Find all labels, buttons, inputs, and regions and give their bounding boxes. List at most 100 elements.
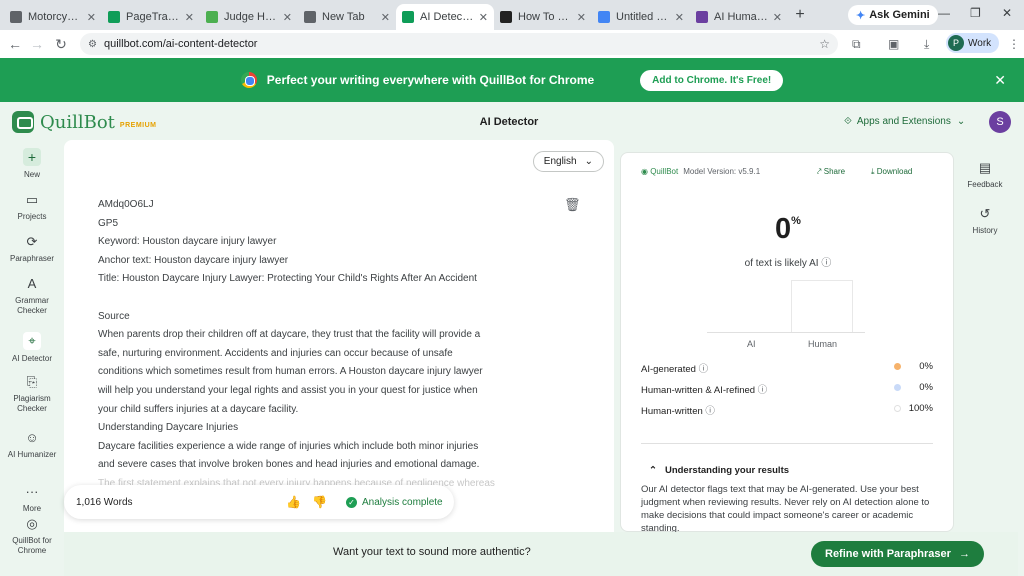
profile-avatar: P	[948, 35, 964, 51]
chevron-down-icon: ⌄	[956, 116, 966, 127]
understanding-text: Our AI detector flags text that may be A…	[641, 484, 930, 534]
url-field[interactable]: ⚙ quillbot.com/ai-content-detector ☆	[80, 33, 838, 55]
browser-tab[interactable]: Judge Hamme ✕	[200, 4, 298, 30]
avatar[interactable]: S	[989, 111, 1011, 133]
feedback-button[interactable]: ▤ Feedback	[960, 160, 1010, 189]
window-close-button[interactable]: ✕	[1002, 6, 1012, 20]
feedback-icon: ▤	[978, 160, 992, 175]
language-select[interactable]: English ⌄	[532, 151, 604, 172]
sidebar-item-label: Plagiarism Checker	[13, 394, 51, 413]
footer-question: Want your text to sound more authentic?	[333, 546, 531, 558]
model-version: Model Version: v5.9.1	[683, 167, 761, 176]
refine-paraphraser-button[interactable]: Refine with Paraphraser →	[811, 541, 984, 567]
thumbs-up-icon[interactable]: 👍	[286, 495, 301, 509]
result-row-label: Human-written	[641, 406, 703, 417]
download-icon[interactable]: ⤓	[924, 37, 929, 52]
info-icon[interactable]: ⓘ	[821, 258, 831, 269]
bookmark-star-icon[interactable]: ☆	[819, 37, 830, 51]
sidebar-item-ai-detector[interactable]: ⌖ AI Detector	[0, 332, 64, 364]
document-line: Anchor text: Houston daycare injury lawy…	[98, 254, 289, 266]
sidebar-item-new[interactable]: + New	[0, 148, 64, 180]
close-icon[interactable]: ✕	[994, 72, 1006, 89]
model-info: ◉ QuillBot Model Version: v5.9.1	[641, 167, 760, 176]
profile-button[interactable]: P Work	[946, 33, 1000, 53]
site-info-icon[interactable]: ⚙	[88, 39, 97, 50]
promo-text: Perfect your writing everywhere with Qui…	[266, 73, 595, 87]
tab-title: Motorcycle Ac	[28, 11, 83, 23]
browser-tab[interactable]: New Tab ✕	[298, 4, 396, 30]
cast-icon[interactable]: ▣	[888, 37, 899, 51]
sidebar-item-label: Grammar Checker	[15, 296, 49, 315]
ask-gemini-button[interactable]: ✦ Ask Gemini	[848, 5, 938, 25]
close-tab-icon[interactable]: ✕	[479, 11, 488, 24]
close-tab-icon[interactable]: ✕	[773, 11, 782, 24]
info-icon[interactable]: ⓘ	[696, 364, 709, 375]
forward-icon[interactable]: →	[24, 36, 50, 52]
close-tab-icon[interactable]: ✕	[381, 11, 390, 24]
browser-tab[interactable]: AI Humanizer ✕	[690, 4, 788, 30]
download-label: Download	[876, 167, 913, 176]
document-line: Keyword: Houston daycare injury lawyer	[98, 236, 277, 248]
info-icon[interactable]: ⓘ	[703, 406, 715, 417]
result-row: Human-written ⓘ 100%	[641, 403, 933, 417]
close-tab-icon[interactable]: ✕	[577, 11, 586, 24]
browser-tab[interactable]: AI Detector - C ✕	[396, 4, 494, 30]
results-brand: QuillBot	[650, 167, 679, 176]
new-tab-button[interactable]: +	[788, 6, 812, 24]
understanding-toggle[interactable]: ⌃ Understanding your results	[649, 465, 789, 476]
share-icon: ⤤	[817, 167, 824, 176]
tab-title: New Tab	[322, 11, 365, 23]
tab-favicon-icon	[206, 11, 218, 23]
url-text: quillbot.com/ai-content-detector	[104, 38, 258, 50]
sidebar-icon: ☺	[25, 430, 39, 445]
sidebar-item-label: AI Humanizer	[7, 450, 57, 459]
tab-favicon-icon	[10, 11, 22, 23]
tab-title: AI Detector - C	[420, 11, 475, 23]
browser-tab[interactable]: How To Hire A ✕	[494, 4, 592, 30]
sidebar-item-label: Projects	[17, 212, 47, 221]
sidebar-item-more[interactable]: ··· More	[0, 484, 64, 514]
close-tab-icon[interactable]: ✕	[675, 11, 684, 24]
browser-tab[interactable]: Motorcycle Ac ✕	[4, 4, 102, 30]
document-line: safe, nurturing environment. Accidents a…	[98, 347, 453, 359]
tab-title: Judge Hamme	[224, 11, 279, 23]
browser-menu-icon[interactable]: ⋮	[1008, 37, 1020, 51]
sidebar-icon: ···	[25, 484, 39, 499]
sidebar-item-quillbot-for-chrome[interactable]: ◎ QuillBot for Chrome	[0, 516, 64, 556]
window-minimize-button[interactable]: —	[938, 6, 950, 20]
share-button[interactable]: ⤤ Share	[817, 167, 845, 177]
legend-dot	[894, 384, 901, 391]
close-tab-icon[interactable]: ✕	[185, 11, 194, 24]
sidebar-item-grammar-checker[interactable]: A Grammar Checker	[0, 276, 64, 316]
gemini-icon: ✦	[856, 9, 866, 22]
document-text[interactable]: AMdq0O6LJ GP5 Keyword: Houston daycare inj…	[98, 196, 540, 512]
ai-score: 0%	[621, 213, 955, 246]
apps-extensions-button[interactable]: ⟐ Apps and Extensions ⌄	[844, 116, 965, 127]
browser-tab[interactable]: Untitled docu ✕	[592, 4, 690, 30]
info-icon[interactable]: ⓘ	[755, 385, 768, 396]
history-icon: ↺	[979, 206, 991, 221]
sidebar-item-projects[interactable]: ▭ Projects	[0, 192, 64, 222]
browser-tab[interactable]: PageTraffic - C ✕	[102, 4, 200, 30]
result-row-percent: 0%	[919, 382, 933, 393]
result-row-percent: 0%	[919, 361, 933, 372]
sidebar-icon: ◎	[26, 516, 38, 531]
close-tab-icon[interactable]: ✕	[87, 11, 96, 24]
sidebar-item-plagiarism-checker[interactable]: ⎘ Plagiarism Checker	[0, 374, 64, 414]
extensions-icon[interactable]: ⧉	[852, 37, 861, 52]
sidebar-item-ai-humanizer[interactable]: ☺ AI Humanizer	[0, 430, 64, 460]
thumbs-down-icon[interactable]: 👎	[312, 495, 327, 509]
trash-icon[interactable]: 🗑	[564, 197, 581, 213]
sidebar-item-paraphraser[interactable]: ⟳ Paraphraser	[0, 234, 64, 264]
close-tab-icon[interactable]: ✕	[283, 11, 292, 24]
feedback-label: Feedback	[967, 180, 1003, 189]
window-restore-button[interactable]: ❐	[970, 6, 981, 20]
document-line: your child suffers injuries at a daycare…	[98, 403, 299, 415]
sidebar-item-label: AI Detector	[11, 354, 52, 363]
download-button[interactable]: ⤓ Download	[871, 167, 912, 177]
tab-favicon-icon	[304, 11, 316, 23]
add-to-chrome-button[interactable]: Add to Chrome. It's Free!	[640, 69, 784, 91]
history-button[interactable]: ↺ History	[960, 206, 1010, 235]
reload-icon[interactable]: ↻	[48, 36, 74, 53]
quillbot-app: QuillBot PREMIUM AI Detector ⟐ Apps and …	[0, 102, 1024, 576]
